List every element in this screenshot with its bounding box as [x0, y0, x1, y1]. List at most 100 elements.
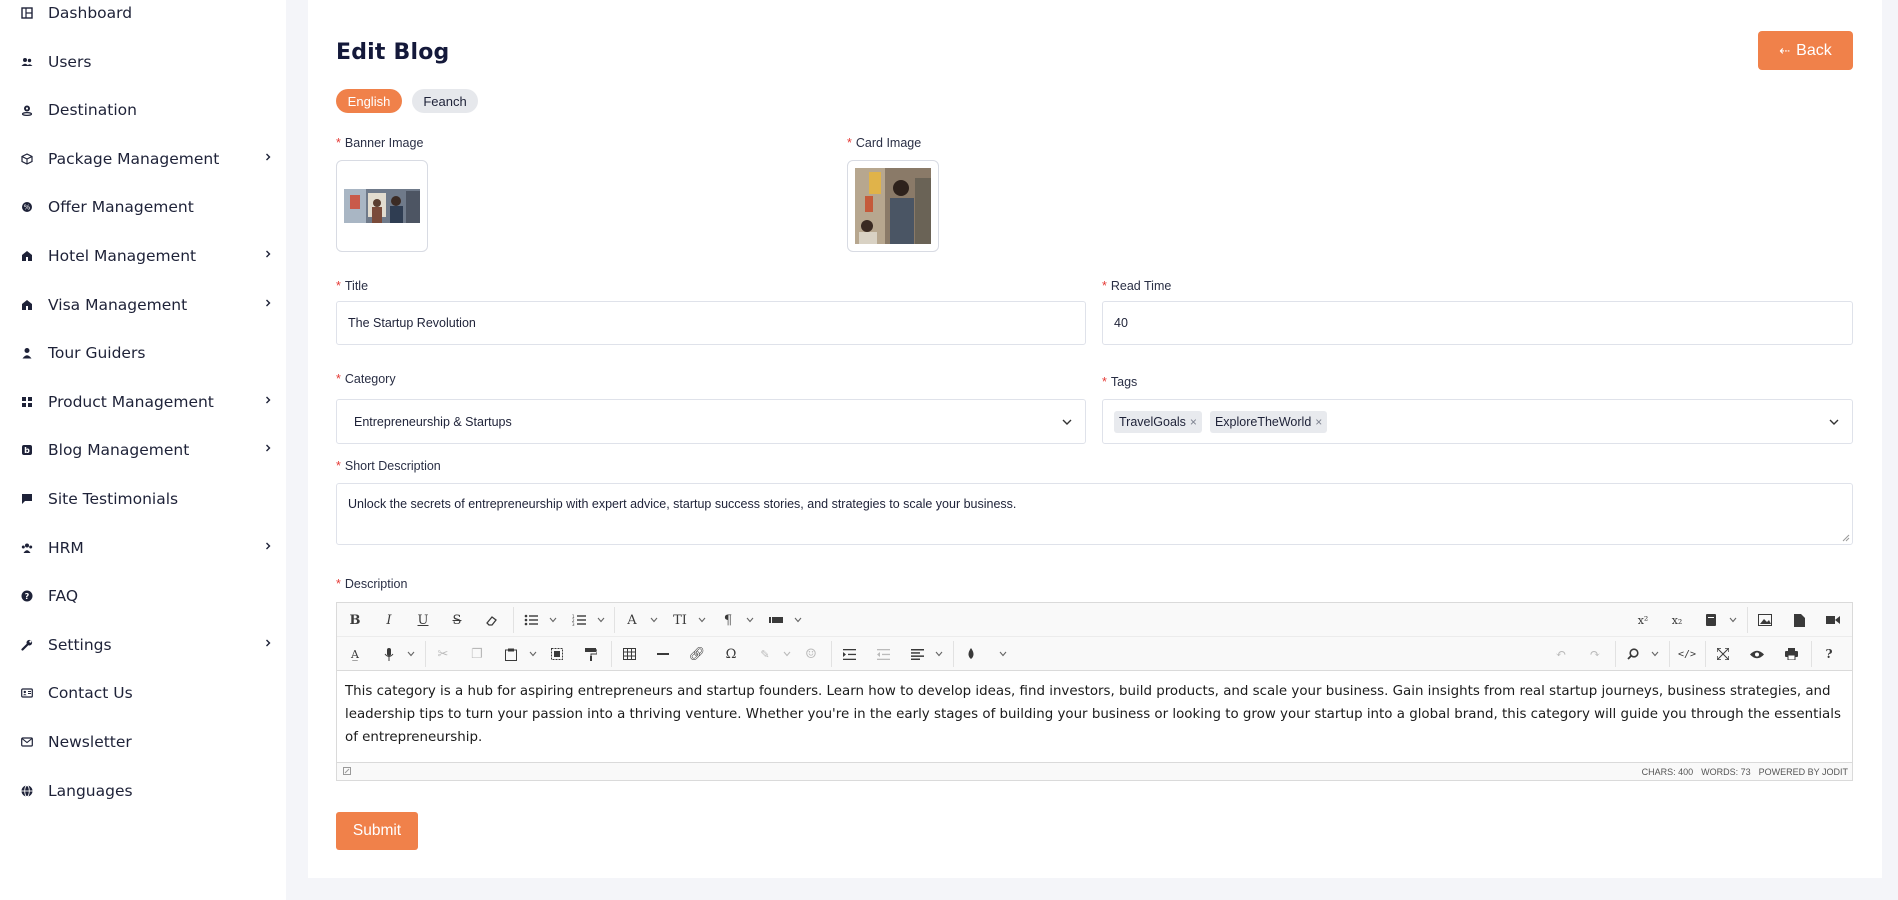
link-icon[interactable]: 🔗︎	[689, 646, 706, 662]
resize-grip-icon[interactable]	[343, 767, 351, 775]
help-icon[interactable]: ?	[1821, 646, 1837, 662]
powered-by-link[interactable]: POWERED BY JODIT	[1759, 767, 1848, 777]
tags-select[interactable]: TravelGoals × ExploreTheWorld ×	[1102, 399, 1853, 444]
paste-icon[interactable]	[503, 646, 519, 662]
outdent-icon[interactable]	[875, 646, 891, 662]
visa-icon	[20, 298, 34, 312]
fullscreen-icon[interactable]	[1715, 646, 1731, 662]
chevron-down-icon[interactable]	[935, 651, 943, 657]
sidebar-item-hrm[interactable]: HRM	[20, 535, 275, 561]
microphone-icon[interactable]	[381, 646, 397, 662]
sidebar-item-faq[interactable]: ? FAQ	[20, 583, 275, 609]
format-painter-icon[interactable]	[583, 646, 599, 662]
short-description-textarea[interactable]: Unlock the secrets of entrepreneurship w…	[336, 483, 1853, 545]
chevron-down-icon[interactable]	[698, 617, 706, 623]
select-all-icon[interactable]	[549, 646, 565, 662]
strikethrough-icon[interactable]: S	[449, 612, 465, 628]
underline-icon[interactable]: U	[415, 612, 431, 628]
sidebar-item-destination[interactable]: Destination	[20, 97, 275, 123]
sidebar-item-languages[interactable]: Languages	[20, 778, 275, 804]
paragraph-icon[interactable]: ¶	[720, 612, 736, 628]
superscript-icon[interactable]: x²	[1635, 612, 1651, 628]
spellcheck-icon[interactable]: A̲	[347, 646, 363, 662]
back-button-label: Back	[1796, 41, 1832, 59]
chevron-down-icon[interactable]	[529, 651, 537, 657]
font-size-icon[interactable]: TI	[672, 612, 688, 628]
copy-icon[interactable]: ❐	[469, 646, 485, 662]
sidebar-item-dashboard[interactable]: Dashboard	[20, 0, 275, 26]
sidebar-item-settings[interactable]: Settings	[20, 632, 275, 658]
chevron-down-icon[interactable]	[999, 651, 1007, 657]
product-icon	[20, 395, 34, 409]
resize-handle-icon[interactable]	[1842, 534, 1850, 542]
italic-icon[interactable]: I	[381, 612, 397, 628]
chevron-down-icon[interactable]	[1651, 651, 1659, 657]
arrow-left-icon: ⇠	[1779, 42, 1791, 58]
redo-icon[interactable]: ↷	[1587, 646, 1603, 662]
special-character-icon[interactable]: Ω	[723, 646, 739, 662]
category-select[interactable]: Entrepreneurship & Startups	[336, 399, 1086, 444]
image-icon[interactable]	[1757, 612, 1773, 628]
language-tab-english[interactable]: English	[336, 89, 402, 113]
sidebar-item-product-management[interactable]: Product Management	[20, 389, 275, 415]
chevron-down-icon[interactable]	[650, 617, 658, 623]
font-icon[interactable]: A	[624, 612, 640, 628]
emoji-icon[interactable]: ☺	[803, 646, 819, 662]
chevron-down-icon[interactable]	[783, 651, 791, 657]
sidebar-item-package-management[interactable]: Package Management	[20, 146, 275, 172]
toolbar-separator	[614, 607, 615, 633]
sidebar-item-users[interactable]: Users	[20, 49, 275, 75]
sidebar-item-offer-management[interactable]: % Offer Management	[20, 194, 275, 220]
cut-icon[interactable]: ✂	[435, 646, 451, 662]
video-icon[interactable]	[1825, 612, 1841, 628]
card-image-label: * Card Image	[847, 136, 922, 150]
banner-image-upload[interactable]	[336, 160, 428, 252]
chevron-down-icon[interactable]	[597, 617, 605, 623]
sidebar-item-hotel-management[interactable]: Hotel Management	[20, 243, 275, 269]
file-icon[interactable]	[1703, 612, 1719, 628]
classname-icon[interactable]	[768, 612, 784, 628]
ordered-list-icon[interactable]: 123	[571, 612, 587, 628]
align-icon[interactable]	[909, 646, 925, 662]
card-image-upload[interactable]	[847, 160, 939, 252]
remove-tag-icon[interactable]: ×	[1315, 415, 1322, 429]
unordered-list-icon[interactable]	[523, 612, 539, 628]
language-tab-french[interactable]: Feanch	[412, 89, 478, 113]
title-input[interactable]: The Startup Revolution	[336, 301, 1086, 345]
chevron-down-icon[interactable]	[549, 617, 557, 623]
search-icon[interactable]	[1625, 646, 1641, 662]
subscript-icon[interactable]: x₂	[1669, 612, 1685, 628]
print-icon[interactable]	[1783, 646, 1799, 662]
sidebar-item-visa-management[interactable]: Visa Management	[20, 292, 275, 318]
sidebar-item-blog-management[interactable]: b Blog Management	[20, 437, 275, 463]
chevron-down-icon[interactable]	[407, 651, 415, 657]
tags-label: * Tags	[1102, 375, 1138, 389]
bold-icon[interactable]: B	[347, 612, 363, 628]
back-button[interactable]: ⇠ Back	[1758, 31, 1853, 70]
sidebar-item-label: Site Testimonials	[48, 490, 179, 508]
horizontal-rule-icon[interactable]	[655, 646, 671, 662]
document-icon[interactable]	[1791, 612, 1807, 628]
undo-icon[interactable]: ↶	[1553, 646, 1569, 662]
sidebar-item-contact-us[interactable]: Contact Us	[20, 680, 275, 706]
source-code-icon[interactable]: </>	[1678, 646, 1696, 662]
ai-icon[interactable]: ✎	[757, 646, 773, 662]
brush-color-icon[interactable]	[963, 646, 979, 662]
eraser-icon[interactable]	[483, 612, 499, 628]
sidebar-item-site-testimonials[interactable]: Site Testimonials	[20, 486, 275, 512]
chevron-down-icon[interactable]	[746, 617, 754, 623]
remove-tag-icon[interactable]: ×	[1190, 415, 1197, 429]
table-icon[interactable]	[621, 646, 637, 662]
sidebar-item-newsletter[interactable]: Newsletter	[20, 729, 275, 755]
preview-eye-icon[interactable]	[1749, 646, 1765, 662]
faq-icon: ?	[20, 589, 34, 603]
indent-icon[interactable]	[841, 646, 857, 662]
sidebar-item-label: Offer Management	[48, 198, 194, 216]
read-time-input[interactable]: 40	[1102, 301, 1853, 345]
chevron-down-icon[interactable]	[1729, 617, 1737, 623]
chevron-down-icon[interactable]	[794, 617, 802, 623]
sidebar-item-label: HRM	[48, 539, 84, 557]
editor-content[interactable]: This category is a hub for aspiring entr…	[345, 680, 1845, 749]
sidebar-item-tour-guiders[interactable]: Tour Guiders	[20, 340, 275, 366]
submit-button[interactable]: Submit	[336, 812, 418, 850]
